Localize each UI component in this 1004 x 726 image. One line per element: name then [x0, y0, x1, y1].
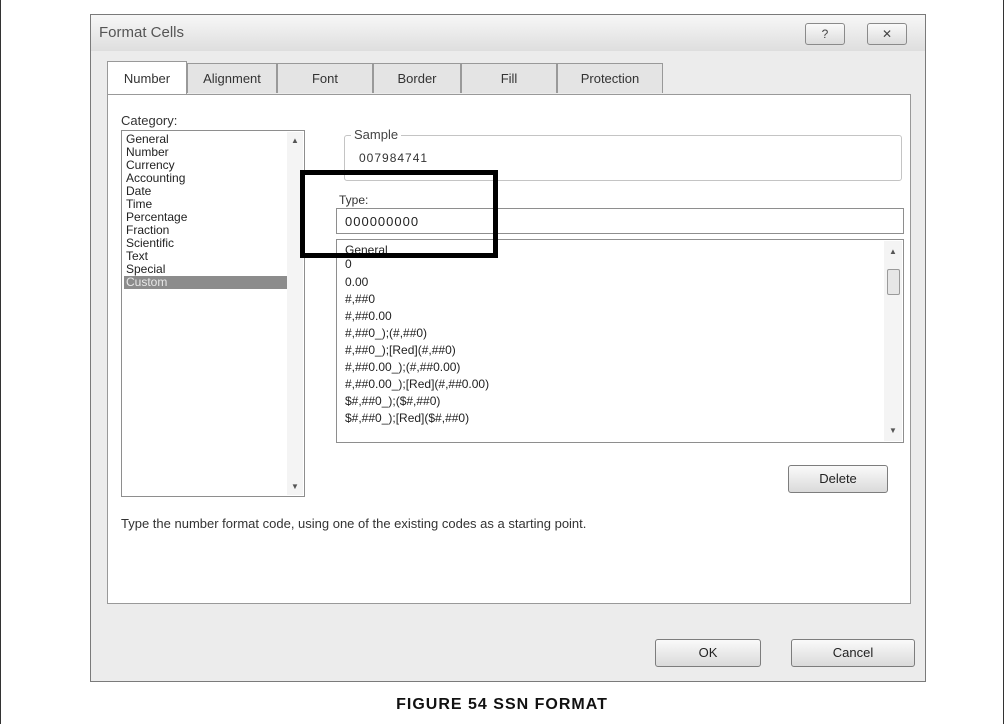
number-tab-panel: Category: General Number Currency Accoun…: [107, 94, 911, 604]
sample-label: Sample: [351, 127, 402, 142]
format-item[interactable]: #,##0.00: [345, 310, 392, 323]
tab-number[interactable]: Number: [107, 61, 187, 94]
sample-value: 007984741: [359, 151, 429, 165]
format-item[interactable]: #,##0: [345, 293, 375, 306]
format-item[interactable]: #,##0.00_);(#,##0.00): [345, 361, 460, 374]
hint-text: Type the number format code, using one o…: [121, 516, 587, 531]
tab-alignment[interactable]: Alignment: [187, 63, 277, 93]
cancel-button[interactable]: Cancel: [791, 639, 915, 667]
annotation-highlight-box: [300, 170, 498, 258]
format-item[interactable]: #,##0_);[Red](#,##0): [345, 344, 456, 357]
tab-border[interactable]: Border: [373, 63, 461, 93]
dialog-title: Format Cells: [99, 24, 185, 41]
delete-button[interactable]: Delete: [788, 465, 888, 493]
scroll-up-icon[interactable]: ▲: [885, 247, 901, 256]
format-code-list[interactable]: General 0 0.00 #,##0 #,##0.00 #,##0_);(#…: [336, 239, 904, 443]
scroll-down-icon[interactable]: ▼: [885, 426, 901, 435]
format-item[interactable]: 0: [345, 258, 352, 271]
category-item-scientific[interactable]: Scientific: [124, 237, 292, 250]
figure-caption: FIGURE 54 SSN FORMAT: [396, 696, 608, 713]
close-button[interactable]: ✕: [867, 23, 907, 45]
format-item[interactable]: #,##0.00_);[Red](#,##0.00): [345, 378, 489, 391]
category-label: Category:: [121, 113, 178, 128]
format-item[interactable]: $#,##0_);[Red]($#,##0): [345, 412, 469, 425]
help-button[interactable]: ?: [805, 23, 845, 45]
ok-button[interactable]: OK: [655, 639, 761, 667]
format-item[interactable]: 0.00: [345, 276, 368, 289]
scroll-up-icon[interactable]: ▲: [287, 136, 303, 145]
category-item-custom[interactable]: Custom: [124, 276, 292, 289]
format-scrollbar[interactable]: ▲ ▼: [884, 241, 902, 441]
title-bar: Format Cells ? ✕: [91, 15, 925, 51]
format-cells-dialog: Format Cells ? ✕ Number Alignment Font B…: [90, 14, 926, 682]
format-item[interactable]: #,##0_);(#,##0): [345, 327, 427, 340]
tab-protection[interactable]: Protection: [557, 63, 663, 93]
tab-font[interactable]: Font: [277, 63, 373, 93]
scroll-down-icon[interactable]: ▼: [287, 482, 303, 491]
format-item[interactable]: $#,##0_);($#,##0): [345, 395, 440, 408]
scroll-thumb[interactable]: [887, 269, 900, 295]
category-list[interactable]: General Number Currency Accounting Date …: [121, 130, 305, 497]
tab-fill[interactable]: Fill: [461, 63, 557, 93]
